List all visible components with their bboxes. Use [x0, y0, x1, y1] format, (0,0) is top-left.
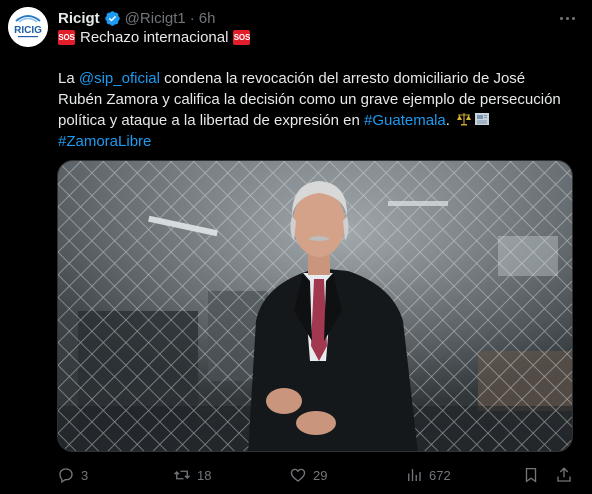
timestamp[interactable]: 6h: [199, 10, 216, 27]
like-count: 29: [313, 467, 328, 483]
bookmark-button[interactable]: [522, 464, 540, 486]
repost-count: 18: [197, 467, 212, 483]
sos-emoji: SOS: [233, 30, 251, 45]
share-icon: [557, 467, 571, 482]
reply-icon: [59, 468, 73, 484]
account-handle[interactable]: @Ricigt1: [125, 10, 186, 27]
more-icon[interactable]: [555, 8, 579, 28]
hashtag-zamoralibre-link[interactable]: #ZamoraLibre: [58, 133, 151, 150]
like-icon: [290, 468, 306, 482]
body-text: Rubén Zamora y califica la decisión como…: [58, 91, 561, 108]
body-text: .: [445, 112, 455, 129]
like-button[interactable]: 29: [289, 464, 327, 486]
reply-count: 3: [81, 467, 89, 483]
repost-button[interactable]: 18: [173, 464, 211, 486]
separator: ·: [189, 9, 195, 27]
tweet-photo[interactable]: [57, 160, 573, 452]
tweet-title: Rechazo internacional: [80, 29, 229, 46]
tweet[interactable]: RICIG Ricigt @Ricigt1 · 6h SOS Rechazo i…: [0, 0, 592, 494]
avatar-logo-text: RICIG: [14, 25, 42, 36]
views-icon: [408, 469, 421, 481]
body-text: política y ataque a la libertad de expre…: [58, 112, 365, 129]
avatar[interactable]: RICIG: [8, 7, 48, 47]
reply-button[interactable]: 3: [57, 464, 88, 486]
share-button[interactable]: [555, 464, 573, 486]
body-text: condena la revocación del arresto domici…: [159, 70, 526, 87]
repost-icon: [174, 470, 190, 480]
account-name[interactable]: Ricigt: [58, 10, 100, 27]
tweet-body: La @sip_oficial condena la revocación de…: [58, 68, 578, 152]
scales-icon: [457, 113, 472, 126]
bookmark-icon: [525, 467, 537, 483]
tweet-header: Ricigt @Ricigt1 · 6h: [58, 8, 215, 28]
mention-link[interactable]: @sip_oficial: [79, 70, 160, 87]
views-button[interactable]: 672: [405, 464, 451, 486]
tweet-actions: 3 18 29 672: [57, 464, 577, 486]
views-count: 672: [429, 467, 451, 483]
hashtag-guatemala-link[interactable]: #Guatemala: [364, 112, 446, 129]
body-text: La: [58, 70, 79, 87]
verified-badge-icon: [104, 10, 120, 26]
sos-emoji: SOS: [58, 30, 75, 45]
newspaper-icon: [475, 113, 490, 125]
tweet-title-line: SOS Rechazo internacional SOS: [58, 29, 251, 46]
